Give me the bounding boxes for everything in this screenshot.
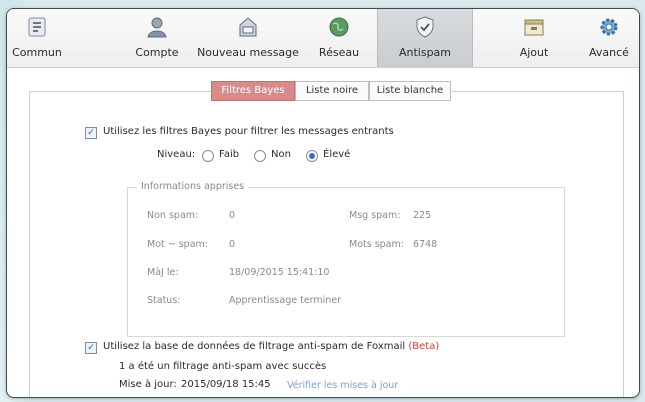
- level-label: Niveau:: [157, 149, 196, 160]
- level-faib-radio[interactable]: [202, 150, 214, 162]
- settings-toolbar: Commun Compte Nouveau message Réseau Ant…: [7, 9, 639, 68]
- toolbar-label: Commun: [12, 46, 62, 59]
- shield-icon: [416, 16, 434, 38]
- antispam-result: 1 a été un filtrage anti-spam avec succè…: [119, 361, 327, 372]
- level-faib-label: Faib: [219, 149, 240, 160]
- mot-spam-label: Mot ~ spam:: [147, 239, 208, 250]
- learned-info-title: Informations apprises: [137, 181, 249, 192]
- mots-spam-value: 6748: [413, 239, 438, 250]
- toolbar-item-antispam[interactable]: Antispam: [377, 9, 473, 67]
- toolbar-item-compte[interactable]: Compte: [119, 9, 195, 67]
- status-label: Status:: [147, 295, 181, 306]
- level-eleve-radio[interactable]: [306, 150, 318, 162]
- general-icon: [28, 17, 46, 37]
- toolbar-label: Antispam: [398, 46, 452, 59]
- msg-spam-label: Msg spam:: [349, 210, 401, 221]
- compose-icon: [239, 17, 257, 37]
- toolbar-item-commun[interactable]: Commun: [7, 9, 67, 67]
- toolbar-item-nouveau-message[interactable]: Nouveau message: [195, 9, 301, 67]
- beta-badge: (Beta): [408, 341, 440, 352]
- toolbar-label: Réseau: [318, 46, 360, 59]
- bayes-label: Utilisez les filtres Bayes pour filtrer …: [103, 126, 394, 137]
- level-eleve-label: Élevé: [323, 149, 351, 160]
- bayes-checkbox[interactable]: ✓: [85, 127, 97, 139]
- toolbar-item-ajout[interactable]: Ajout: [499, 9, 569, 67]
- network-icon: [329, 17, 349, 37]
- mot-spam-value: 0: [229, 239, 236, 250]
- update-label: Mise à jour:: [119, 379, 177, 390]
- level-non-label: Non: [271, 149, 291, 160]
- mots-spam-label: Mots spam:: [349, 239, 404, 250]
- non-spam-label: Non spam:: [147, 210, 199, 221]
- update-value: 2015/09/18 15:45: [181, 379, 271, 390]
- toolbar-label: Compte: [135, 46, 179, 59]
- toolbar-label: Avancé: [589, 46, 629, 59]
- toolbar-label: Nouveau message: [197, 46, 299, 59]
- level-non-radio[interactable]: [254, 150, 266, 162]
- status-value: Apprentissage terminer: [229, 295, 342, 306]
- toolbar-item-avance[interactable]: Avancé: [579, 9, 639, 67]
- tab-filtres-bayes[interactable]: Filtres Bayes: [211, 81, 295, 101]
- settings-window: Commun Compte Nouveau message Réseau Ant…: [6, 8, 640, 398]
- addon-icon: [524, 19, 544, 36]
- msg-spam-value: 225: [413, 210, 432, 221]
- account-icon: [147, 17, 167, 38]
- check-updates-link[interactable]: Vérifier les mises à jour: [287, 380, 398, 391]
- gear-icon: [600, 18, 618, 36]
- maj-label: MàJ le:: [147, 267, 179, 278]
- tab-liste-noire[interactable]: Liste noire: [295, 81, 369, 101]
- tab-liste-blanche[interactable]: Liste blanche: [369, 81, 451, 101]
- toolbar-item-reseau[interactable]: Réseau: [303, 9, 375, 67]
- maj-value: 18/09/2015 15:41:10: [229, 267, 330, 278]
- foxmail-db-checkbox[interactable]: ✓: [85, 342, 97, 354]
- foxmail-db-label: Utilisez la base de données de filtrage …: [103, 341, 440, 352]
- non-spam-value: 0: [229, 210, 236, 221]
- toolbar-label: Ajout: [519, 46, 549, 59]
